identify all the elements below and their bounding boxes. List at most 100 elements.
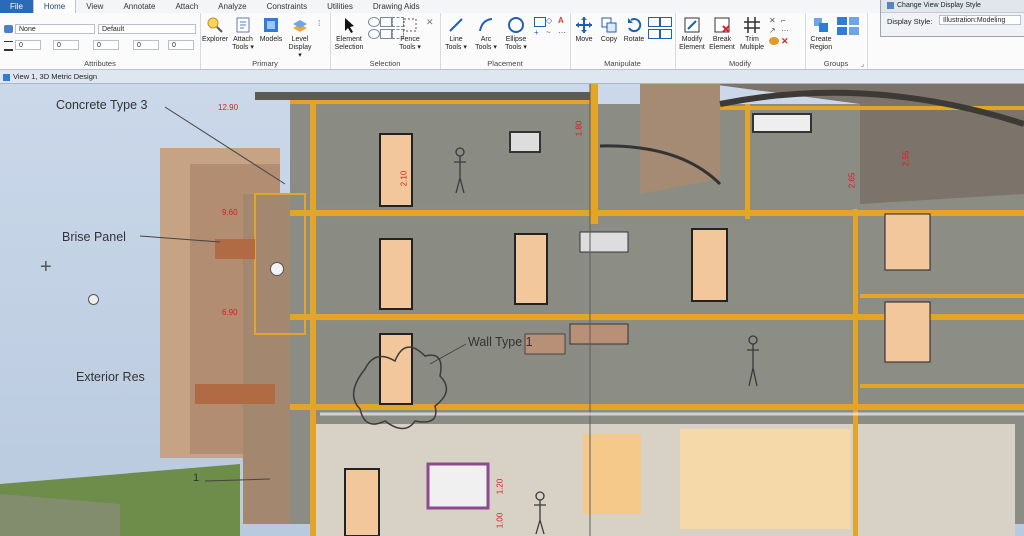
align-icon[interactable]: [660, 29, 672, 39]
menu-view-tab[interactable]: View: [76, 0, 113, 13]
dialog-title-bar[interactable]: Change View Display Style: [881, 0, 1024, 13]
element-selection-button[interactable]: Element Selection: [332, 16, 366, 52]
annotation-exterior[interactable]: Exterior Res: [76, 370, 145, 384]
rotate-button[interactable]: Rotate: [622, 16, 646, 44]
fence-tools-button[interactable]: Fence Tools ▾: [396, 16, 424, 52]
named-group-icon[interactable]: [849, 27, 859, 35]
move-icon: [576, 17, 592, 33]
display-style-label: Display Style:: [887, 17, 933, 26]
dimension-text[interactable]: 1.20: [495, 479, 504, 495]
primary-label: Primary: [252, 59, 278, 68]
building-section-model: [0, 84, 1024, 536]
style-combo[interactable]: Default: [98, 24, 196, 34]
view-title: View 1, 3D Metric Design: [13, 72, 98, 81]
level-display-button[interactable]: Level Display ▾: [286, 16, 314, 60]
menu-utilities-tab[interactable]: Utilities: [317, 0, 363, 13]
copy-button[interactable]: Copy: [597, 16, 621, 44]
annotation-brise-panel[interactable]: Brise Panel: [62, 230, 126, 244]
extend-icon[interactable]: ✕: [769, 17, 779, 25]
explorer-icon: [207, 17, 223, 33]
menu-home-tab[interactable]: Home: [32, 0, 77, 13]
models-button[interactable]: Models: [258, 16, 284, 44]
rectangle-icon[interactable]: [534, 17, 546, 27]
element-selection-icon: [345, 18, 354, 33]
dimension-text[interactable]: 1.80: [574, 121, 583, 137]
menu-attach-tab[interactable]: Attach: [165, 0, 208, 13]
snap-marker-icon[interactable]: [88, 294, 99, 305]
move-button[interactable]: Move: [572, 16, 596, 44]
attributes-label: Attributes: [84, 59, 116, 68]
dimension-text[interactable]: 2.10: [399, 171, 408, 187]
ribbon: None Default 0 0 0 0 0 Attributes Explor…: [0, 13, 1024, 70]
break-element-button[interactable]: Break Element: [707, 16, 737, 52]
weight-combo-3[interactable]: 0: [93, 40, 119, 50]
trim-multiple-button[interactable]: Trim Multiple: [737, 16, 767, 52]
more-placement-icon[interactable]: ⋯: [558, 29, 568, 37]
text-icon[interactable]: A: [558, 17, 568, 25]
array-icon[interactable]: [648, 29, 660, 39]
level-combo[interactable]: None: [15, 24, 95, 34]
ungroup-icon[interactable]: [849, 17, 859, 25]
annotation-concrete-type[interactable]: Concrete Type 3: [56, 98, 148, 112]
dimension-level[interactable]: 6.90: [222, 308, 238, 317]
select-all-icon[interactable]: [368, 17, 380, 27]
groups-launcher-icon[interactable]: ⌟: [861, 60, 864, 68]
select-shape-icon[interactable]: [380, 29, 392, 39]
break-element-icon: [714, 17, 730, 33]
explorer-button[interactable]: Explorer: [202, 16, 228, 44]
mirror-icon[interactable]: [660, 17, 672, 27]
ellipse-icon: [508, 17, 524, 33]
dimension-text[interactable]: 2.65: [847, 173, 856, 189]
fillet-icon[interactable]: ↗: [769, 27, 779, 35]
modify-element-icon: [684, 17, 700, 33]
dimension-text[interactable]: 1.00: [495, 513, 504, 529]
graphic-group-icon[interactable]: [837, 27, 847, 35]
menu-annotate-tab[interactable]: Annotate: [113, 0, 165, 13]
annotation-marker[interactable]: 1: [193, 472, 199, 484]
annotation-wall-type[interactable]: Wall Type 1: [468, 335, 533, 349]
split-icon[interactable]: ⋯: [781, 27, 791, 35]
modify-small-tools[interactable]: ✕ ⌐ ↗ ⋯ ✕: [769, 17, 791, 46]
menu-file[interactable]: File: [0, 0, 33, 13]
primary-more-icon[interactable]: ⁞: [318, 19, 326, 49]
dimension-text[interactable]: 2.55: [901, 151, 910, 167]
menu-drawing-aids-tab[interactable]: Drawing Aids: [363, 0, 430, 13]
menu-constraints-tab[interactable]: Constraints: [257, 0, 317, 13]
dimension-level[interactable]: 12.90: [218, 103, 238, 112]
line-tools-button[interactable]: Line Tools ▾: [442, 16, 470, 52]
display-style-combo[interactable]: Illustration:Modeling: [939, 15, 1021, 25]
ellipse-tools-button[interactable]: Ellipse Tools ▾: [502, 16, 530, 52]
attach-tools-button[interactable]: Attach Tools ▾: [230, 16, 256, 52]
view-viewport[interactable]: Concrete Type 3 Brise Panel Exterior Res…: [0, 84, 1024, 536]
placement-small-tools[interactable]: ◇ A + ~ ⋯: [534, 17, 568, 37]
menu-bar: File Home View Annotate Attach Analyze C…: [0, 0, 1024, 14]
dimension-level[interactable]: 9.60: [222, 208, 238, 217]
select-circle-icon[interactable]: [368, 29, 380, 39]
view-rotate-icon[interactable]: [270, 262, 284, 276]
polygon-icon[interactable]: ◇: [546, 17, 556, 25]
scale-icon[interactable]: [648, 17, 660, 27]
modify-label: Modify: [728, 59, 752, 68]
curve-icon[interactable]: ~: [546, 29, 556, 37]
weight-icon: [4, 41, 13, 51]
modify-element-button[interactable]: Modify Element: [677, 16, 707, 52]
manipulate-small-tools[interactable]: [648, 17, 672, 39]
weight-combo-4[interactable]: 0: [133, 40, 159, 50]
delete-icon[interactable]: ✕: [781, 37, 791, 46]
weight-combo-2[interactable]: 0: [53, 40, 79, 50]
manipulate-label: Manipulate: [604, 59, 641, 68]
change-attributes-icon[interactable]: [769, 37, 779, 45]
chamfer-icon[interactable]: ⌐: [781, 17, 791, 25]
point-icon[interactable]: +: [534, 29, 544, 37]
group-icon[interactable]: [837, 17, 847, 25]
level-icon: [4, 25, 13, 33]
arc-tools-button[interactable]: Arc Tools ▾: [472, 16, 500, 52]
weight-combo-5[interactable]: 0: [168, 40, 194, 50]
rotate-icon: [628, 18, 642, 33]
groups-small-tools[interactable]: [837, 17, 859, 35]
selection-clear-icon[interactable]: ✕: [426, 17, 434, 28]
menu-analyze-tab[interactable]: Analyze: [208, 0, 256, 13]
create-region-button[interactable]: Create Region: [807, 16, 835, 52]
select-fence-icon[interactable]: [380, 17, 392, 27]
weight-combo-1[interactable]: 0: [15, 40, 41, 50]
